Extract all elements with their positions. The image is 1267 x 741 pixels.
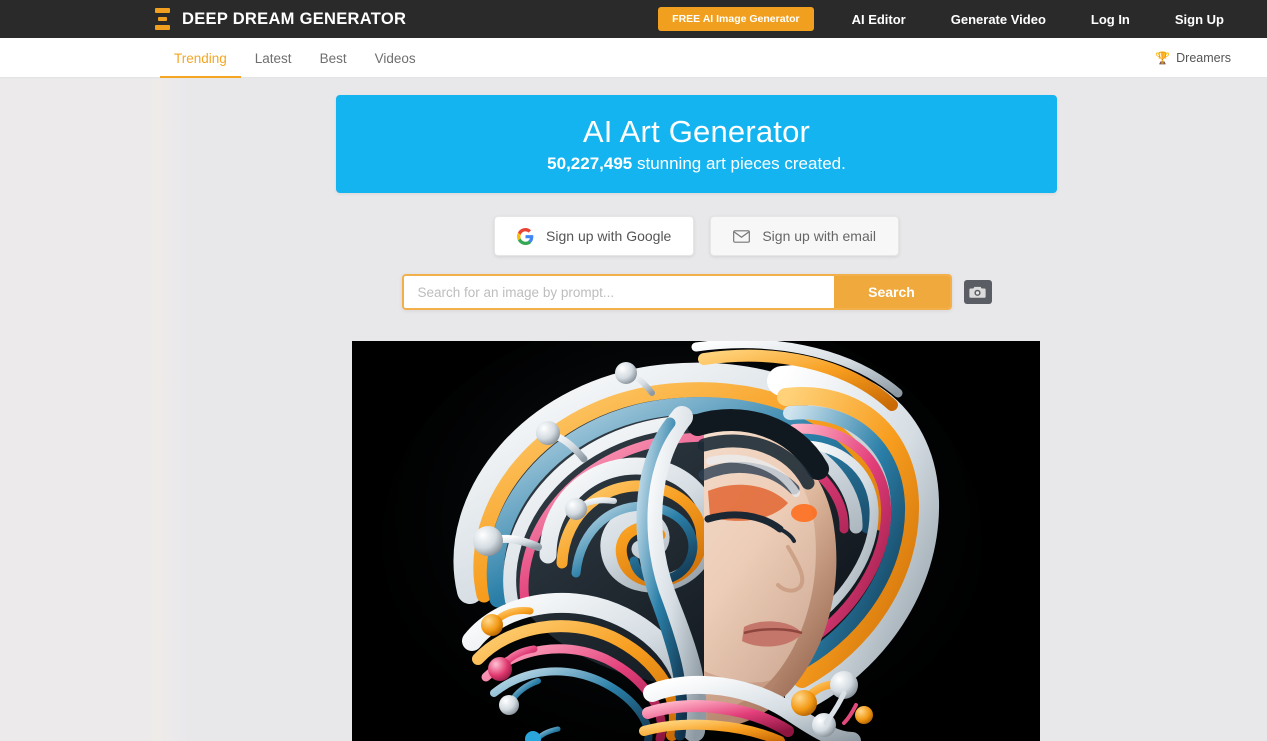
featured-artwork[interactable] <box>352 341 1040 741</box>
hero-subtitle: 50,227,495 stunning art pieces created. <box>547 155 846 172</box>
google-signup-label: Sign up with Google <box>546 228 672 244</box>
brand-logo[interactable]: DEEP DREAM GENERATOR <box>155 8 406 30</box>
hamburger-hourglass-logo-icon <box>155 8 170 30</box>
sign-up-with-email-button[interactable]: Sign up with email <box>710 216 899 256</box>
dreamers-label: Dreamers <box>1176 51 1231 65</box>
email-signup-label: Sign up with email <box>762 228 876 244</box>
tab-trending[interactable]: Trending <box>160 38 241 78</box>
sign-up-with-google-button[interactable]: Sign up with Google <box>494 216 695 256</box>
page-body: AI Art Generator 50,227,495 stunning art… <box>0 79 1267 741</box>
nav-link-generate-video[interactable]: Generate Video <box>951 12 1046 27</box>
camera-icon <box>969 286 986 298</box>
camera-search-button[interactable] <box>963 280 992 304</box>
content-tabs: Trending Latest Best Videos <box>160 38 430 78</box>
hero-subtitle-text: stunning art pieces created. <box>632 154 846 173</box>
art-pieces-count: 50,227,495 <box>547 154 633 173</box>
dreamers-link[interactable]: 🏆 Dreamers <box>1155 38 1231 78</box>
sub-navigation-bar: Trending Latest Best Videos 🏆 Dreamers <box>0 38 1267 78</box>
nav-link-log-in[interactable]: Log In <box>1091 12 1130 27</box>
signup-options: Sign up with Google Sign up with email <box>336 215 1057 257</box>
google-g-icon <box>517 227 534 245</box>
nav-link-sign-up[interactable]: Sign Up <box>1175 12 1224 27</box>
search-button[interactable]: Search <box>833 276 950 308</box>
featured-artwork-image <box>352 341 1040 741</box>
tab-latest[interactable]: Latest <box>241 38 306 78</box>
brand-title: DEEP DREAM GENERATOR <box>182 9 407 28</box>
tab-videos[interactable]: Videos <box>361 38 430 78</box>
hero-banner: AI Art Generator 50,227,495 stunning art… <box>336 95 1057 193</box>
top-header-bar: DEEP DREAM GENERATOR FREE AI Image Gener… <box>0 0 1267 38</box>
search-box: Search <box>401 274 952 310</box>
tab-best[interactable]: Best <box>306 38 361 78</box>
search-area: Search <box>336 269 1057 315</box>
search-input[interactable] <box>403 276 834 308</box>
free-ai-image-generator-button[interactable]: FREE AI Image Generator <box>658 7 814 31</box>
trophy-icon: 🏆 <box>1155 51 1171 65</box>
top-navigation: FREE AI Image Generator AI Editor Genera… <box>658 0 1267 38</box>
page-title: AI Art Generator <box>582 114 811 149</box>
nav-link-ai-editor[interactable]: AI Editor <box>852 12 906 27</box>
envelope-icon <box>733 229 751 243</box>
